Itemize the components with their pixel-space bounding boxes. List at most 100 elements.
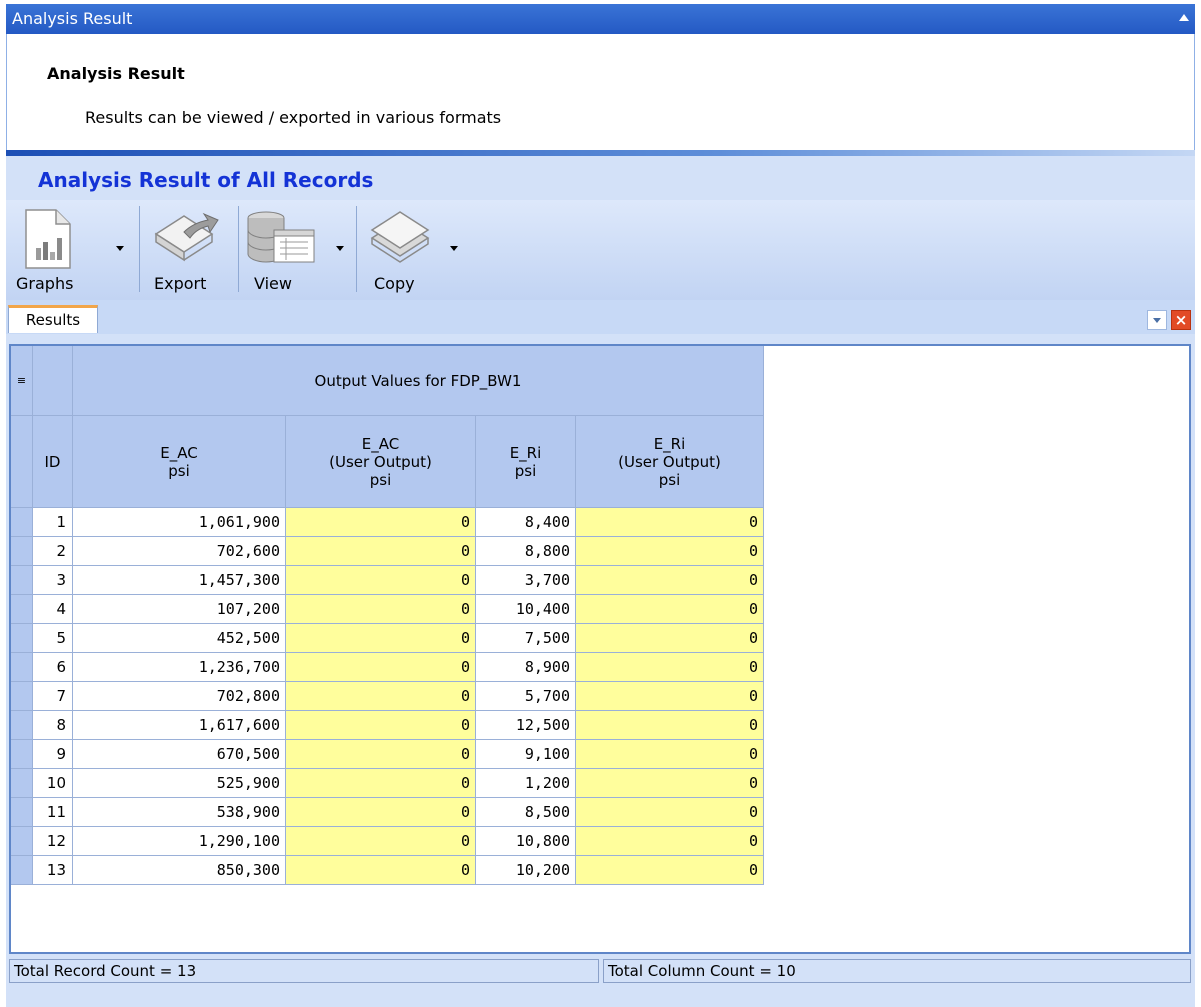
column-chooser-button[interactable]: ≡ <box>11 346 33 416</box>
table-cell-e-ac-user[interactable]: 0 <box>286 653 476 682</box>
table-cell-e-ri-user[interactable]: 0 <box>576 769 764 798</box>
table-cell-e-ri[interactable]: 5,700 <box>476 682 576 711</box>
row-id-cell: 11 <box>33 798 73 827</box>
table-cell-e-ri-user[interactable]: 0 <box>576 798 764 827</box>
table-cell-e-ac[interactable]: 1,457,300 <box>73 566 286 595</box>
row-selector[interactable] <box>11 653 33 682</box>
table-cell-e-ri-user[interactable]: 0 <box>576 566 764 595</box>
table-cell-e-ri[interactable]: 7,500 <box>476 624 576 653</box>
close-tab-icon[interactable]: × <box>1171 310 1191 330</box>
view-dropdown-arrow-icon[interactable] <box>336 246 344 251</box>
table-cell-e-ri-user[interactable]: 0 <box>576 653 764 682</box>
table-cell-e-ac[interactable]: 538,900 <box>73 798 286 827</box>
column-header-id[interactable]: ID <box>33 416 73 508</box>
table-cell-e-ri[interactable]: 1,200 <box>476 769 576 798</box>
table-cell-e-ac-user[interactable]: 0 <box>286 566 476 595</box>
table-cell-e-ac[interactable]: 525,900 <box>73 769 286 798</box>
table-cell-e-ri-user[interactable]: 0 <box>576 827 764 856</box>
table-cell-e-ac-user[interactable]: 0 <box>286 740 476 769</box>
row-selector[interactable] <box>11 740 33 769</box>
table-cell-e-ri[interactable]: 8,900 <box>476 653 576 682</box>
row-selector[interactable] <box>11 537 33 566</box>
table-cell-e-ac[interactable]: 702,600 <box>73 537 286 566</box>
table-cell-e-ri-user[interactable]: 0 <box>576 711 764 740</box>
panel-title: Analysis Result of All Records <box>38 168 374 192</box>
table-cell-e-ac-user[interactable]: 0 <box>286 769 476 798</box>
table-cell-e-ac-user[interactable]: 0 <box>286 595 476 624</box>
toolbar-separator <box>238 206 239 292</box>
table-cell-e-ac[interactable]: 702,800 <box>73 682 286 711</box>
export-button[interactable]: Export <box>144 204 234 296</box>
row-selector[interactable] <box>11 711 33 740</box>
column-count-status: Total Column Count = 10 <box>603 959 1191 983</box>
view-button[interactable]: View <box>242 204 352 296</box>
table-cell-e-ri[interactable]: 3,700 <box>476 566 576 595</box>
table-cell-e-ac[interactable]: 452,500 <box>73 624 286 653</box>
table-cell-e-ri-user[interactable]: 0 <box>576 740 764 769</box>
header-heading: Analysis Result <box>47 64 185 83</box>
table-cell-e-ac[interactable]: 670,500 <box>73 740 286 769</box>
table-cell-e-ac-user[interactable]: 0 <box>286 827 476 856</box>
row-selector[interactable] <box>11 827 33 856</box>
graphs-dropdown-arrow-icon[interactable] <box>116 246 124 251</box>
toolbar: Graphs Export View Copy <box>6 200 1195 300</box>
table-cell-e-ri-user[interactable]: 0 <box>576 537 764 566</box>
table-cell-e-ri[interactable]: 10,800 <box>476 827 576 856</box>
column-header-e-ri-user[interactable]: E_Ri (User Output) psi <box>576 416 764 508</box>
table-cell-e-ac[interactable]: 107,200 <box>73 595 286 624</box>
table-cell-e-ac-user[interactable]: 0 <box>286 798 476 827</box>
table-cell-e-ri[interactable]: 10,200 <box>476 856 576 885</box>
row-id-cell: 3 <box>33 566 73 595</box>
column-header-e-ri[interactable]: E_Ri psi <box>476 416 576 508</box>
table-cell-e-ri[interactable]: 8,800 <box>476 537 576 566</box>
column-header-e-ac[interactable]: E_AC psi <box>73 416 286 508</box>
table-cell-e-ac[interactable]: 1,617,600 <box>73 711 286 740</box>
table-cell-e-ri-user[interactable]: 0 <box>576 682 764 711</box>
table-cell-e-ri[interactable]: 8,500 <box>476 798 576 827</box>
table-cell-e-ri[interactable]: 9,100 <box>476 740 576 769</box>
table-cell-e-ri[interactable]: 10,400 <box>476 595 576 624</box>
copy-button[interactable]: Copy <box>362 204 472 296</box>
tab-list-dropdown-icon[interactable] <box>1147 310 1167 330</box>
database-view-icon <box>247 211 315 263</box>
row-selector[interactable] <box>11 798 33 827</box>
table-cell-e-ac-user[interactable]: 0 <box>286 537 476 566</box>
table-cell-e-ac-user[interactable]: 0 <box>286 856 476 885</box>
collapse-icon[interactable] <box>1179 14 1189 21</box>
table-cell-e-ac-user[interactable]: 0 <box>286 508 476 537</box>
table-cell-e-ac-user[interactable]: 0 <box>286 711 476 740</box>
row-selector[interactable] <box>11 769 33 798</box>
table-cell-e-ac[interactable]: 850,300 <box>73 856 286 885</box>
window-title-bar: Analysis Result <box>6 4 1195 34</box>
column-chooser-icon: ≡ <box>16 373 27 387</box>
table-cell-e-ac[interactable]: 1,236,700 <box>73 653 286 682</box>
table-cell-e-ac-user[interactable]: 0 <box>286 624 476 653</box>
row-selector[interactable] <box>11 682 33 711</box>
row-selector[interactable] <box>11 595 33 624</box>
table-cell-e-ac[interactable]: 1,061,900 <box>73 508 286 537</box>
table-cell-e-ri-user[interactable]: 0 <box>576 595 764 624</box>
row-selector[interactable] <box>11 508 33 537</box>
tab-results[interactable]: Results <box>8 305 98 333</box>
row-id-cell: 2 <box>33 537 73 566</box>
copy-dropdown-arrow-icon[interactable] <box>450 246 458 251</box>
results-grid[interactable]: ≡ Output Values for FDP_BW1 ID E_AC psi E_AC… <box>9 344 1191 954</box>
row-id-cell: 13 <box>33 856 73 885</box>
row-selector-header <box>11 416 33 508</box>
table-cell-e-ri[interactable]: 8,400 <box>476 508 576 537</box>
table-cell-e-ac[interactable]: 1,290,100 <box>73 827 286 856</box>
row-id-cell: 8 <box>33 711 73 740</box>
table-cell-e-ri[interactable]: 12,500 <box>476 711 576 740</box>
record-count-status: Total Record Count = 13 <box>9 959 599 983</box>
tab-strip: Results × <box>6 300 1195 334</box>
row-selector[interactable] <box>11 624 33 653</box>
table-cell-e-ac-user[interactable]: 0 <box>286 682 476 711</box>
row-selector[interactable] <box>11 856 33 885</box>
export-label: Export <box>154 274 207 293</box>
table-cell-e-ri-user[interactable]: 0 <box>576 856 764 885</box>
column-header-e-ac-user[interactable]: E_AC (User Output) psi <box>286 416 476 508</box>
table-cell-e-ri-user[interactable]: 0 <box>576 508 764 537</box>
graphs-button[interactable]: Graphs <box>10 204 134 296</box>
row-selector[interactable] <box>11 566 33 595</box>
table-cell-e-ri-user[interactable]: 0 <box>576 624 764 653</box>
